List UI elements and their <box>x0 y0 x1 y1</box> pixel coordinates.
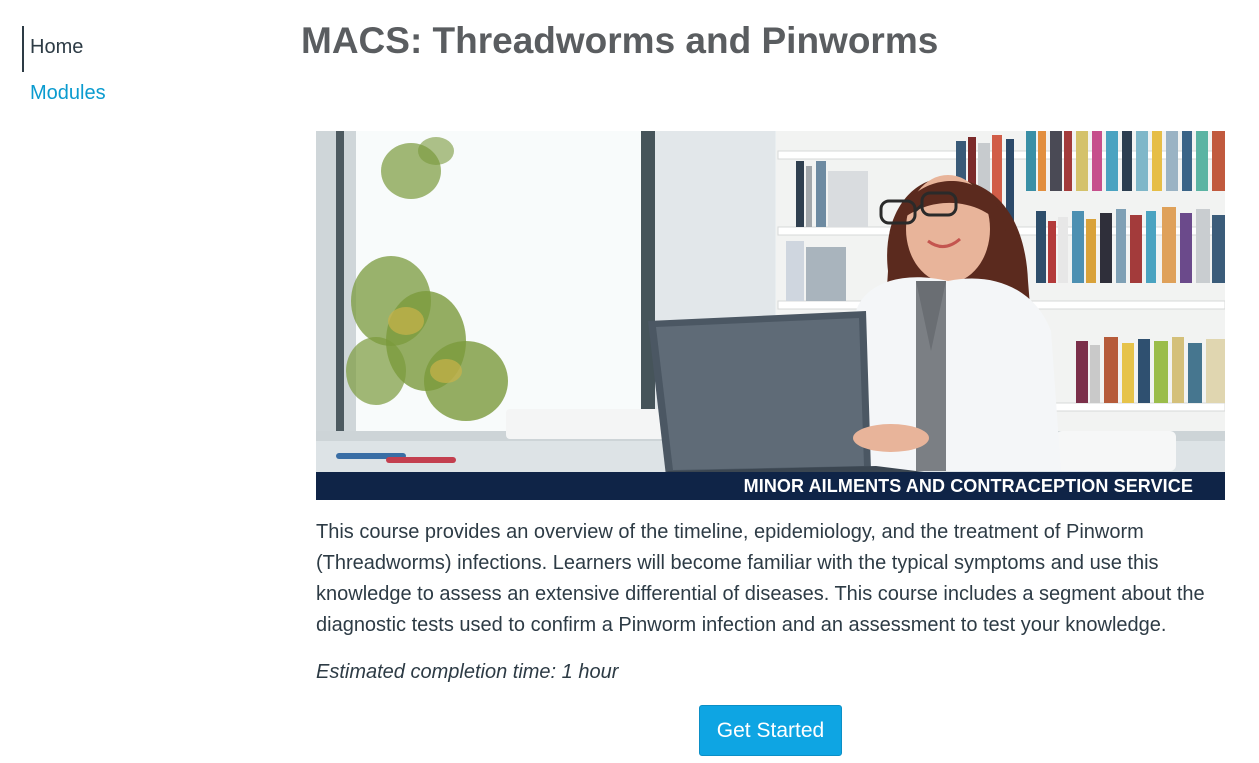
estimated-completion-time: Estimated completion time: 1 hour <box>316 661 619 683</box>
course-banner-image: MINOR AILMENTS AND CONTRACEPTION SERVICE <box>316 131 1225 500</box>
nav-item-modules[interactable]: Modules <box>22 72 222 114</box>
banner-photo <box>316 131 1225 500</box>
course-navigation: Home Modules <box>22 26 222 114</box>
nav-item-home[interactable]: Home <box>22 26 222 72</box>
get-started-button[interactable]: Get Started <box>699 705 842 756</box>
course-description: This course provides an overview of the … <box>316 521 1205 636</box>
page-title: MACS: Threadworms and Pinworms <box>301 20 939 61</box>
banner-caption: MINOR AILMENTS AND CONTRACEPTION SERVICE <box>316 472 1225 500</box>
